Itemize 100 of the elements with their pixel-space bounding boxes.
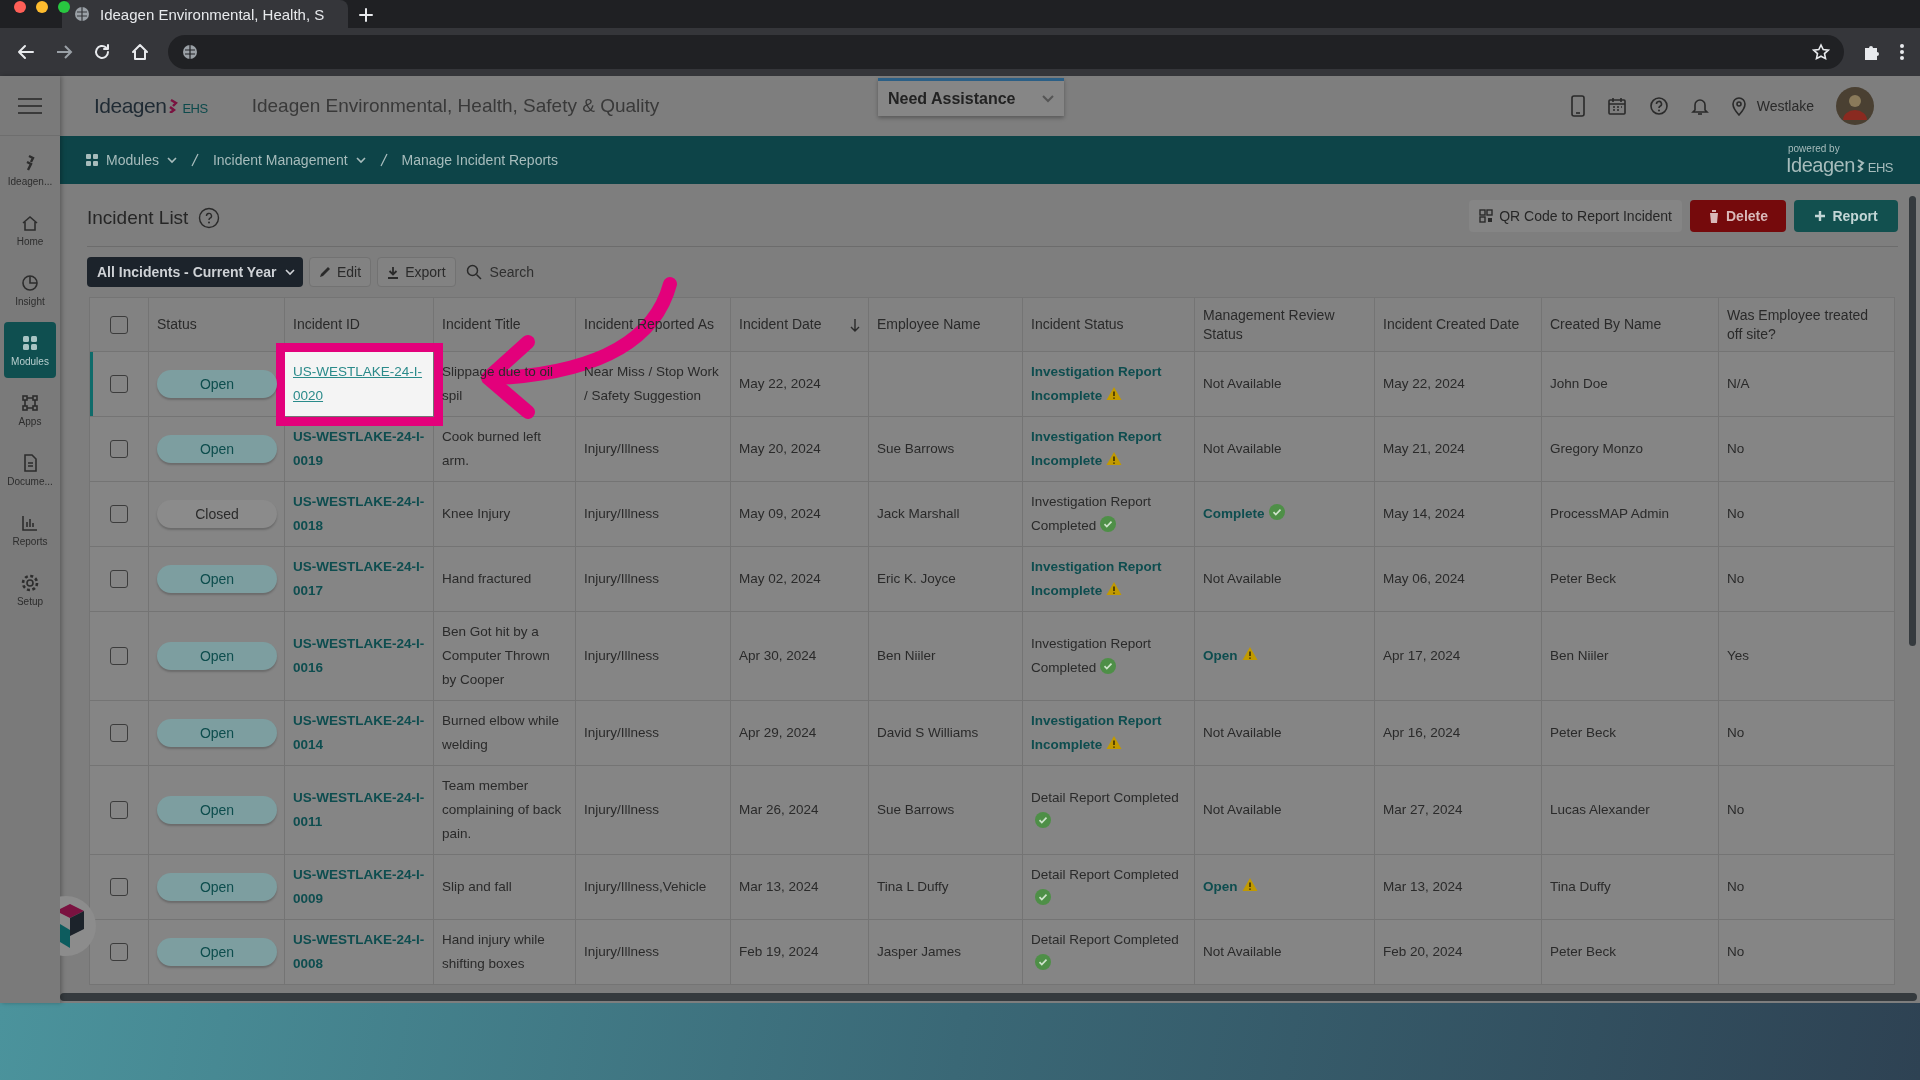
incident-status-text: Investigation Report Incomplete: [1031, 428, 1163, 470]
row-checkbox[interactable]: [110, 943, 128, 961]
row-checkbox[interactable]: [110, 647, 128, 665]
home-icon[interactable]: [130, 42, 150, 62]
incident-date: Apr 30, 2024: [739, 647, 818, 665]
incident-date: Feb 19, 2024: [739, 943, 820, 961]
horizontal-scrollbar[interactable]: [60, 993, 1917, 1001]
reported-as-text: Near Miss / Stop Work / Safety Suggestion: [584, 363, 720, 405]
breadcrumb-link[interactable]: Manage Incident Reports: [401, 152, 558, 168]
created-by-name: Ben Niiler: [1550, 647, 1610, 665]
vertical-scrollbar[interactable]: [1909, 196, 1916, 646]
edit-button[interactable]: Edit: [309, 257, 372, 287]
qr-code-button[interactable]: QR Code to Report Incident: [1469, 200, 1682, 232]
back-icon[interactable]: [16, 42, 36, 62]
treated-off-site-text: No: [1727, 943, 1746, 961]
incident-title: Hand injury while shifting boxes: [442, 931, 546, 973]
incident-date: Mar 26, 2024: [739, 801, 820, 819]
employee-name: Tina L Duffy: [877, 878, 950, 896]
assistance-dropdown[interactable]: Need Assistance: [878, 78, 1064, 116]
check-circle-icon: [1100, 658, 1117, 674]
sidebar-item[interactable]: Insight: [4, 262, 56, 318]
review-status-text: Open: [1203, 644, 1366, 668]
review-status-text: Not Available: [1203, 724, 1283, 742]
close-window-icon[interactable]: [14, 1, 26, 13]
status-badge: Open: [157, 938, 277, 966]
logo-mark-icon: [168, 99, 179, 113]
created-by-name: Peter Beck: [1550, 943, 1618, 961]
chevron-down-icon: [285, 268, 295, 276]
row-checkbox[interactable]: [110, 375, 128, 393]
minimize-window-icon[interactable]: [36, 1, 48, 13]
status-badge: Open: [157, 435, 277, 463]
sidebar-item[interactable]: Reports: [4, 502, 56, 558]
created-by-name: Peter Beck: [1550, 724, 1618, 742]
avatar-icon[interactable]: [1836, 87, 1874, 125]
location-pin-icon[interactable]: [1730, 96, 1747, 116]
row-checkbox[interactable]: [110, 440, 128, 458]
row-checkbox[interactable]: [110, 801, 128, 819]
maximize-window-icon[interactable]: [58, 1, 70, 13]
warning-icon: [1106, 451, 1123, 467]
reload-icon[interactable]: [92, 42, 112, 62]
status-badge: Open: [157, 565, 277, 593]
created-date: May 06, 2024: [1383, 570, 1466, 588]
incident-title: Knee Injury: [442, 505, 512, 523]
mobile-icon[interactable]: [1570, 95, 1585, 117]
menu-icon[interactable]: [17, 95, 43, 116]
incident-date: May 09, 2024: [739, 505, 822, 523]
sidebar-item[interactable]: Apps: [4, 382, 56, 438]
sidebar-item[interactable]: Ideagen...: [4, 142, 56, 198]
reported-as-text: Injury/Illness: [584, 801, 661, 819]
created-date: Mar 13, 2024: [1383, 878, 1464, 896]
row-checkbox[interactable]: [110, 570, 128, 588]
select-all-checkbox[interactable]: [110, 315, 128, 334]
treated-off-site-text: N/A: [1727, 375, 1751, 393]
export-button[interactable]: Export: [377, 257, 456, 287]
employee-name: Sue Barrows: [877, 801, 956, 819]
help-icon[interactable]: [198, 207, 221, 229]
sidebar-item[interactable]: Modules: [4, 322, 56, 378]
location-label: Westlake: [1756, 98, 1814, 114]
calendar-icon[interactable]: [1606, 96, 1627, 116]
incident-status-text: Investigation Report Incomplete: [1031, 363, 1163, 405]
breadcrumb-link[interactable]: Incident Management: [212, 152, 366, 168]
browser-tab[interactable]: Ideagen Environmental, Health, S: [62, 0, 348, 28]
filter-dropdown[interactable]: All Incidents - Current Year: [87, 257, 303, 287]
review-status-text: Complete: [1203, 502, 1366, 526]
treated-off-site-text: Yes: [1727, 647, 1751, 665]
incident-date: May 02, 2024: [739, 570, 822, 588]
status-badge: Open: [157, 873, 277, 901]
warning-icon: [1241, 877, 1258, 893]
review-status-text: Not Available: [1203, 375, 1283, 393]
new-tab-icon[interactable]: [358, 7, 374, 23]
created-by-name: ProcessMAP Admin: [1550, 505, 1671, 523]
row-checkbox[interactable]: [110, 724, 128, 742]
report-button[interactable]: Report: [1794, 200, 1898, 232]
sidebar-item[interactable]: Setup: [4, 562, 56, 618]
employee-name: Sue Barrows: [877, 440, 956, 458]
sidebar-item[interactable]: Home: [4, 202, 56, 258]
incident-date: May 20, 2024: [739, 440, 822, 458]
delete-button[interactable]: Delete: [1690, 200, 1786, 232]
row-checkbox[interactable]: [110, 505, 128, 523]
incident-title: Cook burned left arm.: [442, 428, 543, 470]
employee-name: Eric K. Joyce: [877, 570, 957, 588]
review-status-text: Not Available: [1203, 801, 1283, 819]
bell-icon[interactable]: [1690, 96, 1709, 116]
created-by-name: Peter Beck: [1550, 570, 1618, 588]
ideagen-logo: Ideagen EHS: [94, 94, 208, 118]
row-checkbox[interactable]: [110, 878, 128, 896]
breadcrumb-link[interactable]: Modules: [86, 152, 177, 168]
search-field[interactable]: Search: [487, 263, 612, 281]
created-by-name: John Doe: [1550, 375, 1609, 393]
sidebar-item[interactable]: Docume...: [4, 442, 56, 498]
created-date: May 22, 2024: [1383, 375, 1466, 393]
incident-id-link[interactable]: US-WESTLAKE-24-I-0020: [293, 360, 425, 408]
bookmark-star-icon[interactable]: [1812, 43, 1830, 61]
reported-as-text: Injury/Illness,Vehicle: [584, 878, 708, 896]
help-icon[interactable]: [1648, 96, 1669, 116]
reported-as-text: Injury/Illness: [584, 440, 661, 458]
powered-by-logo: powered by Ideagen EHS: [1785, 143, 1894, 177]
bar-chart-icon: [20, 513, 40, 533]
globe-icon: [74, 6, 90, 22]
more-icon[interactable]: [1900, 43, 1904, 61]
